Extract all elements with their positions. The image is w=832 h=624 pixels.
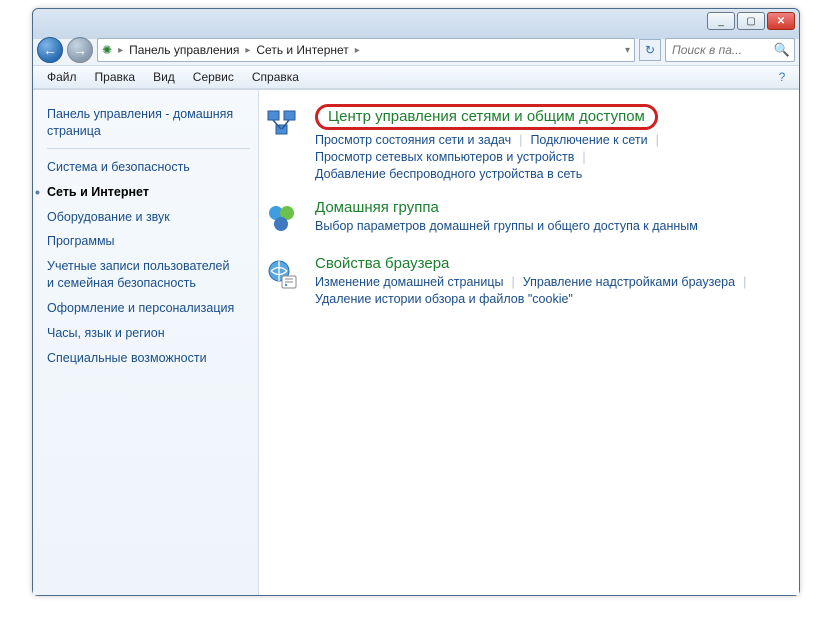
link-connect-to-network[interactable]: Подключение к сети (530, 133, 647, 147)
maximize-button[interactable]: ▢ (737, 12, 765, 30)
group-network-sharing-center: Центр управления сетями и общим доступом… (263, 104, 789, 181)
sidebar-item-ease-of-access[interactable]: Специальные возможности (47, 346, 250, 371)
breadcrumb[interactable]: ✺ ▸ Панель управления ▸ Сеть и Интернет … (97, 38, 635, 62)
chevron-right-icon: ▸ (118, 45, 123, 56)
forward-button[interactable]: → (67, 37, 93, 63)
help-icon[interactable]: ? (771, 68, 793, 86)
link-manage-addons[interactable]: Управление надстройками браузера (523, 275, 735, 289)
content-pane: Центр управления сетями и общим доступом… (259, 90, 799, 595)
sidebar-item-network-internet[interactable]: Сеть и Интернет (47, 180, 250, 205)
minimize-button[interactable]: _ (707, 12, 735, 30)
sidebar-home-link[interactable]: Панель управления - домашняя страница (47, 102, 237, 144)
back-button[interactable]: ← (37, 37, 63, 63)
chevron-right-icon: ▸ (355, 45, 360, 56)
link-network-sharing-center[interactable]: Центр управления сетями и общим доступом (315, 104, 658, 130)
menu-view[interactable]: Вид (145, 68, 183, 86)
network-center-icon (263, 104, 301, 142)
control-panel-window: _ ▢ ✕ ← → ✺ ▸ Панель управления ▸ Сеть и… (32, 8, 800, 596)
menu-file[interactable]: Файл (39, 68, 85, 86)
sidebar-item-appearance[interactable]: Оформление и персонализация (47, 296, 237, 321)
menu-help[interactable]: Справка (244, 68, 307, 86)
sidebar-item-user-accounts[interactable]: Учетные записи пользователей и семейная … (47, 254, 237, 296)
link-homegroup[interactable]: Домашняя группа (315, 199, 439, 216)
homegroup-icon (263, 199, 301, 237)
sidebar-item-clock-language[interactable]: Часы, язык и регион (47, 321, 250, 346)
link-change-homepage[interactable]: Изменение домашней страницы (315, 275, 503, 289)
menu-edit[interactable]: Правка (87, 68, 144, 86)
chevron-right-icon: ▸ (245, 45, 250, 56)
divider (47, 148, 250, 149)
menu-bar: Файл Правка Вид Сервис Справка ? (33, 65, 799, 89)
control-panel-icon: ✺ (102, 43, 112, 57)
sidebar-item-system-security[interactable]: Система и безопасность (47, 155, 250, 180)
breadcrumb-item-0[interactable]: Панель управления (129, 43, 239, 57)
link-view-network-status[interactable]: Просмотр состояния сети и задач (315, 133, 511, 147)
navigation-bar: ← → ✺ ▸ Панель управления ▸ Сеть и Интер… (33, 35, 799, 65)
sidebar-item-hardware-sound[interactable]: Оборудование и звук (47, 205, 250, 230)
internet-options-icon (263, 255, 301, 293)
dropdown-icon[interactable]: ▾ (625, 45, 630, 56)
sidebar-item-programs[interactable]: Программы (47, 229, 250, 254)
breadcrumb-item-1[interactable]: Сеть и Интернет (256, 43, 348, 57)
search-input[interactable] (670, 42, 774, 58)
link-choose-homegroup-options[interactable]: Выбор параметров домашней группы и общег… (315, 219, 698, 233)
link-delete-browsing-history[interactable]: Удаление истории обзора и файлов "cookie… (315, 292, 573, 306)
sidebar: Панель управления - домашняя страница Си… (33, 90, 258, 595)
link-internet-options[interactable]: Свойства браузера (315, 255, 449, 272)
menu-tools[interactable]: Сервис (185, 68, 242, 86)
search-icon: 🔍 (774, 42, 790, 58)
group-internet-options: Свойства браузера Изменение домашней стр… (263, 255, 789, 306)
close-button[interactable]: ✕ (767, 12, 795, 30)
window-titlebar: _ ▢ ✕ (33, 9, 799, 35)
search-box[interactable]: 🔍 (665, 38, 795, 62)
link-view-network-computers[interactable]: Просмотр сетевых компьютеров и устройств (315, 150, 574, 164)
link-add-wireless-device[interactable]: Добавление беспроводного устройства в се… (315, 167, 582, 181)
refresh-button[interactable]: ↻ (639, 39, 661, 61)
group-homegroup: Домашняя группа Выбор параметров домашне… (263, 199, 789, 237)
